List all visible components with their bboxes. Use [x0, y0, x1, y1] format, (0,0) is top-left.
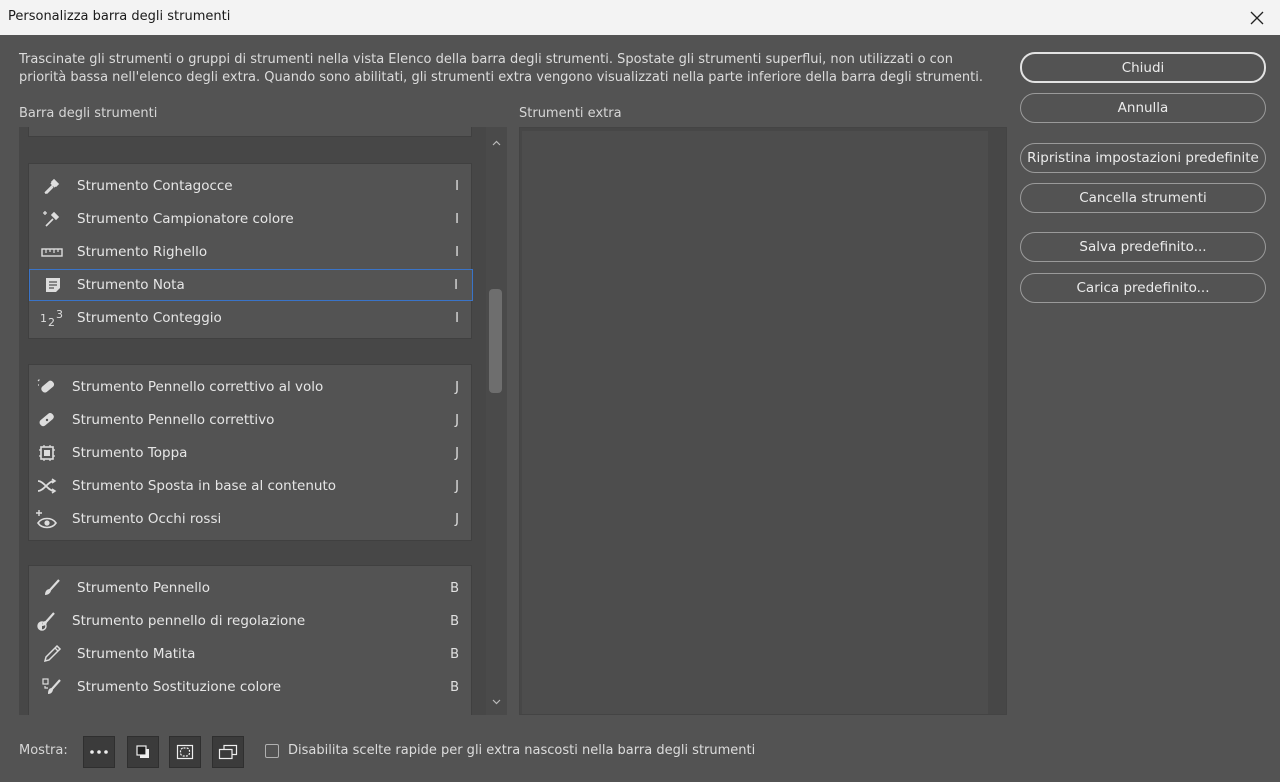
note-icon [38, 274, 68, 296]
close-button[interactable]: Chiudi [1020, 52, 1266, 83]
tool-name: Strumento pennello di regolazione [72, 613, 306, 629]
scroll-up-button[interactable] [486, 135, 507, 151]
tool-item[interactable]: Strumento Contagocce I [29, 170, 473, 202]
eyedropper-icon [37, 175, 67, 197]
tool-item[interactable]: Strumento Sostituzione colore B [29, 671, 473, 703]
count-icon: 123 [37, 307, 67, 329]
color-replacement-icon [37, 676, 67, 698]
tool-name: Strumento Pennello correttivo [72, 412, 275, 428]
tool-shortcut: J [455, 379, 459, 395]
tool-shortcut: I [455, 244, 459, 260]
window-close-button[interactable] [1234, 0, 1280, 35]
tool-item[interactable]: Strumento Matita B [29, 638, 473, 670]
load-preset-button[interactable]: Carica predefinito... [1020, 273, 1266, 303]
show-screen-mode-button[interactable] [212, 736, 244, 768]
healing-brush-icon [32, 409, 62, 431]
tool-name: Strumento Righello [77, 244, 208, 260]
window-title: Personalizza barra degli strumenti [8, 9, 231, 24]
tool-name: Strumento Sposta in base al contenuto [72, 478, 337, 494]
tool-name: Strumento Pennello correttivo al volo [72, 379, 324, 395]
tool-item[interactable]: Strumento Pennello correttivo al volo J [29, 371, 473, 403]
tool-item[interactable]: 123 Strumento Conteggio I [29, 302, 473, 334]
tool-item[interactable]: Strumento Righello I [29, 236, 473, 268]
tool-name: Strumento Campionatore colore [77, 211, 294, 227]
screen-mode-icon [218, 744, 238, 760]
tool-name: Strumento Occhi rossi [72, 511, 222, 527]
tool-shortcut: I [455, 310, 459, 326]
tool-item[interactable]: Strumento Campionatore colore I [29, 203, 473, 235]
tool-name: Strumento Pennello [77, 580, 210, 596]
tool-name: Strumento Matita [77, 646, 196, 662]
svg-text:2: 2 [48, 316, 55, 328]
tool-shortcut: J [455, 478, 459, 494]
show-extra-tools-button[interactable] [83, 736, 115, 768]
tool-shortcut: I [454, 277, 458, 293]
disable-shortcuts-checkbox[interactable] [265, 744, 279, 758]
tool-group-partial[interactable] [28, 127, 472, 137]
chevron-up-icon [492, 140, 501, 146]
tool-name: Strumento Toppa [72, 445, 188, 461]
quick-mask-icon [176, 744, 194, 760]
more-icon [90, 750, 108, 754]
clear-tools-button[interactable]: Cancella strumenti [1020, 183, 1266, 213]
tool-shortcut: B [450, 580, 459, 596]
extra-tools-drop-area[interactable] [522, 131, 988, 714]
toolbar-list-scrollbar[interactable] [486, 127, 507, 715]
brush-icon [37, 577, 67, 599]
tool-item[interactable]: Strumento Pennello correttivo J [29, 404, 473, 436]
tool-shortcut: J [455, 412, 459, 428]
scroll-down-button[interactable] [486, 694, 507, 710]
tool-shortcut: B [450, 646, 459, 662]
close-icon [1250, 11, 1264, 24]
extra-panel-label: Strumenti extra [519, 106, 622, 121]
tool-shortcut: I [455, 211, 459, 227]
tool-item[interactable]: Strumento Pennello B [29, 572, 473, 604]
tool-name: Strumento Contagocce [77, 178, 233, 194]
title-bar: Personalizza barra degli strumenti [0, 0, 1280, 35]
scrollbar-thumb[interactable] [489, 289, 502, 393]
tool-name: Strumento Nota [77, 277, 185, 293]
fg-bg-colors-icon [136, 745, 149, 758]
red-eye-icon [32, 508, 62, 530]
tool-shortcut: J [455, 511, 459, 527]
tool-item[interactable]: Strumento Toppa J [29, 437, 473, 469]
save-preset-button[interactable]: Salva predefinito... [1020, 232, 1266, 262]
tool-name: Strumento Sostituzione colore [77, 679, 282, 695]
toolbar-panel-label: Barra degli strumenti [19, 106, 158, 121]
color-sampler-icon [37, 208, 67, 230]
tool-shortcut: J [455, 445, 459, 461]
content-aware-move-icon [32, 475, 62, 497]
spot-healing-icon [32, 376, 62, 398]
extra-tools-list[interactable] [519, 127, 1007, 715]
tool-shortcut: I [455, 178, 459, 194]
tool-item-selected[interactable]: Strumento Nota I [29, 269, 473, 301]
tool-group[interactable]: Strumento Contagocce I Strumento Campion… [28, 163, 473, 339]
cancel-button[interactable]: Annulla [1020, 93, 1266, 123]
show-quick-mask-button[interactable] [169, 736, 201, 768]
tool-name: Strumento Conteggio [77, 310, 222, 326]
tool-item[interactable]: Strumento Sposta in base al contenuto J [29, 470, 473, 502]
chevron-down-icon [492, 699, 501, 705]
tool-group[interactable]: Strumento Pennello correttivo al volo J … [28, 364, 472, 541]
toolbar-list[interactable]: Strumento Contagocce I Strumento Campion… [19, 127, 507, 715]
tool-shortcut: B [450, 613, 459, 629]
patch-icon [32, 442, 62, 464]
show-colors-button[interactable] [127, 736, 159, 768]
svg-text:3: 3 [56, 308, 63, 321]
ruler-icon [37, 241, 67, 263]
reset-defaults-button[interactable]: Ripristina impostazioni predefinite [1020, 143, 1266, 173]
svg-text:1: 1 [40, 312, 47, 325]
disable-shortcuts-label: Disabilita scelte rapide per gli extra n… [288, 743, 756, 758]
tool-shortcut: B [450, 679, 459, 695]
tool-item[interactable]: Strumento pennello di regolazione B [29, 605, 473, 637]
tool-group[interactable]: Strumento Pennello B Strumento pennello … [28, 565, 472, 715]
tool-item[interactable]: Strumento Occhi rossi J [29, 503, 473, 535]
pencil-icon [37, 643, 67, 665]
dialog-description: Trascinate gli strumenti o gruppi di str… [19, 52, 983, 85]
show-label: Mostra: [19, 743, 68, 758]
adjustment-brush-icon [32, 610, 62, 632]
